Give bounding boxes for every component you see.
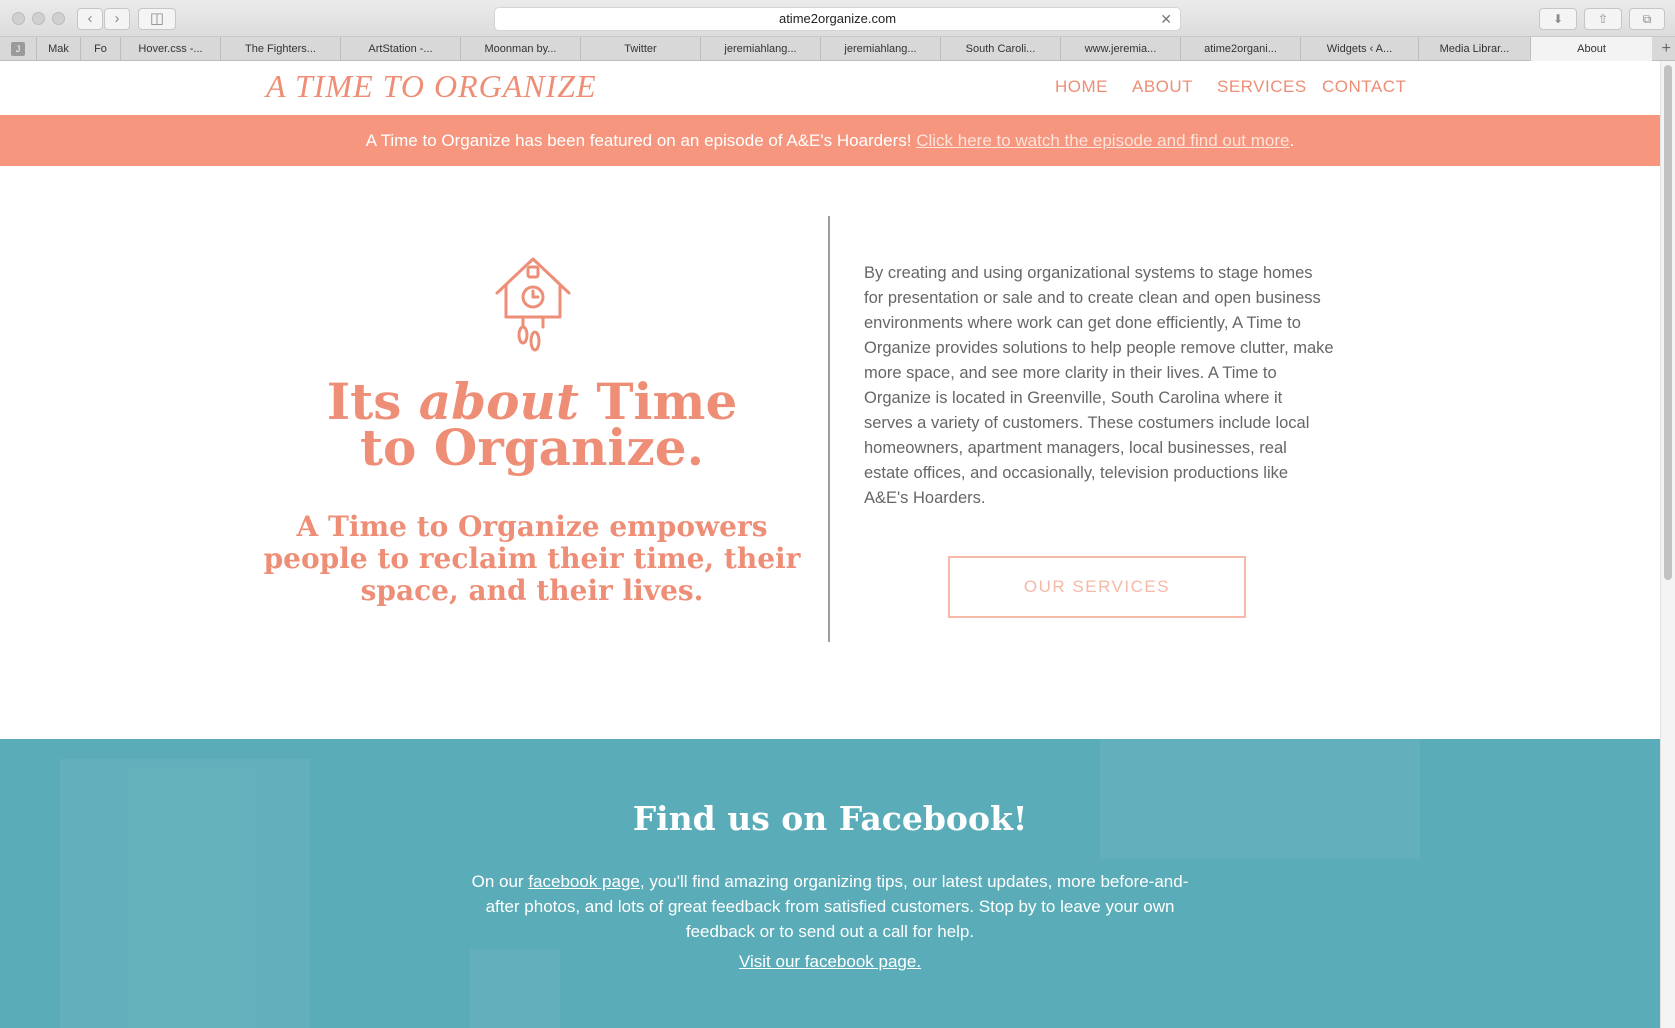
hero-tagline: A Time to Organize empowers people to re…: [263, 510, 801, 607]
sidebar-toggle-button[interactable]: ◫: [138, 8, 176, 30]
share-button[interactable]: ⇧: [1584, 8, 1622, 30]
url-text: atime2organize.com: [778, 11, 897, 26]
site-logo[interactable]: A TIME TO ORGANIZE: [266, 68, 597, 105]
facebook-heading: Find us on Facebook!: [632, 799, 1028, 838]
tab-overview-button[interactable]: ⧉: [1629, 8, 1665, 30]
zoom-window-button[interactable]: [52, 12, 65, 25]
browser-tab[interactable]: Mak: [36, 37, 80, 61]
visit-facebook-link[interactable]: Visit our facebook page.: [0, 952, 1660, 972]
banner-episode-link[interactable]: Click here to watch the episode and find…: [916, 131, 1289, 150]
browser-tab[interactable]: Fo: [80, 37, 120, 61]
nav-services[interactable]: SERVICES: [1217, 77, 1307, 97]
browser-tab[interactable]: www.jeremia...: [1060, 37, 1180, 61]
our-services-button[interactable]: OUR SERVICES: [948, 556, 1246, 618]
minimize-window-button[interactable]: [32, 12, 45, 25]
browser-tab[interactable]: ArtStation -...: [340, 37, 460, 61]
scrollbar-thumb[interactable]: [1664, 65, 1672, 580]
scrollbar[interactable]: [1660, 61, 1675, 1028]
browser-tab[interactable]: The Fighters...: [220, 37, 340, 61]
nav-about[interactable]: ABOUT: [1132, 77, 1193, 97]
browser-tab[interactable]: jeremiahlang...: [700, 37, 820, 61]
tabs-icon: ⧉: [1642, 12, 1652, 26]
about-description: By creating and using organizational sys…: [864, 264, 1334, 507]
browser-tab[interactable]: jeremiahlang...: [820, 37, 940, 61]
banner-end: .: [1289, 131, 1295, 150]
chevron-left-icon: ‹: [87, 10, 93, 27]
browser-tab[interactable]: Hover.css -...: [120, 37, 220, 61]
chevron-right-icon: ›: [114, 10, 120, 27]
site-header: A TIME TO ORGANIZE HOME ABOUT SERVICES C…: [0, 61, 1660, 115]
download-icon: ⬇: [1552, 12, 1564, 26]
browser-tab[interactable]: atime2organi...: [1180, 37, 1300, 61]
nav-home[interactable]: HOME: [1055, 77, 1108, 97]
browser-tab[interactable]: South Caroli...: [940, 37, 1060, 61]
hero-title: Its about Time to Organize.: [270, 377, 794, 473]
share-icon: ⇧: [1597, 12, 1609, 26]
browser-tab[interactable]: Widgets ‹ A...: [1300, 37, 1418, 61]
clear-url-icon[interactable]: ✕: [1160, 8, 1172, 30]
facebook-section: Find us on Facebook! On our facebook pag…: [0, 739, 1660, 1028]
back-button[interactable]: ‹: [77, 8, 103, 30]
page-viewport: A TIME TO ORGANIZE HOME ABOUT SERVICES C…: [0, 61, 1675, 1028]
address-bar[interactable]: atime2organize.com ✕: [494, 7, 1181, 31]
forward-button[interactable]: ›: [104, 8, 130, 30]
pinned-tab-icon[interactable]: J: [11, 42, 25, 56]
hero-title-line2: to Organize.: [359, 418, 705, 477]
browser-tab-active[interactable]: About: [1530, 37, 1652, 61]
browser-titlebar: ‹ › ◫ atime2organize.com ✕ ⬇ ⇧ ⧉: [0, 0, 1675, 37]
vertical-divider: [828, 216, 830, 642]
sidebar-icon: ◫: [149, 10, 165, 27]
browser-tab[interactable]: Moonman by...: [460, 37, 580, 61]
browser-tab[interactable]: Twitter: [580, 37, 700, 61]
facebook-page-link[interactable]: facebook page: [528, 872, 640, 891]
facebook-description: On our facebook page, you'll find amazin…: [455, 869, 1205, 944]
banner-text: A Time to Organize has been featured on …: [365, 131, 917, 150]
cuckoo-clock-icon: [495, 257, 571, 352]
browser-tab[interactable]: Media Librar...: [1418, 37, 1530, 61]
announcement-banner: A Time to Organize has been featured on …: [0, 115, 1660, 166]
facebook-text-before: On our: [471, 872, 529, 891]
downloads-button[interactable]: ⬇: [1539, 8, 1577, 30]
nav-contact[interactable]: CONTACT: [1322, 77, 1406, 97]
tab-bar: J Mak Fo Hover.css -... The Fighters... …: [0, 37, 1675, 61]
new-tab-icon[interactable]: +: [1662, 37, 1671, 61]
close-window-button[interactable]: [12, 12, 25, 25]
